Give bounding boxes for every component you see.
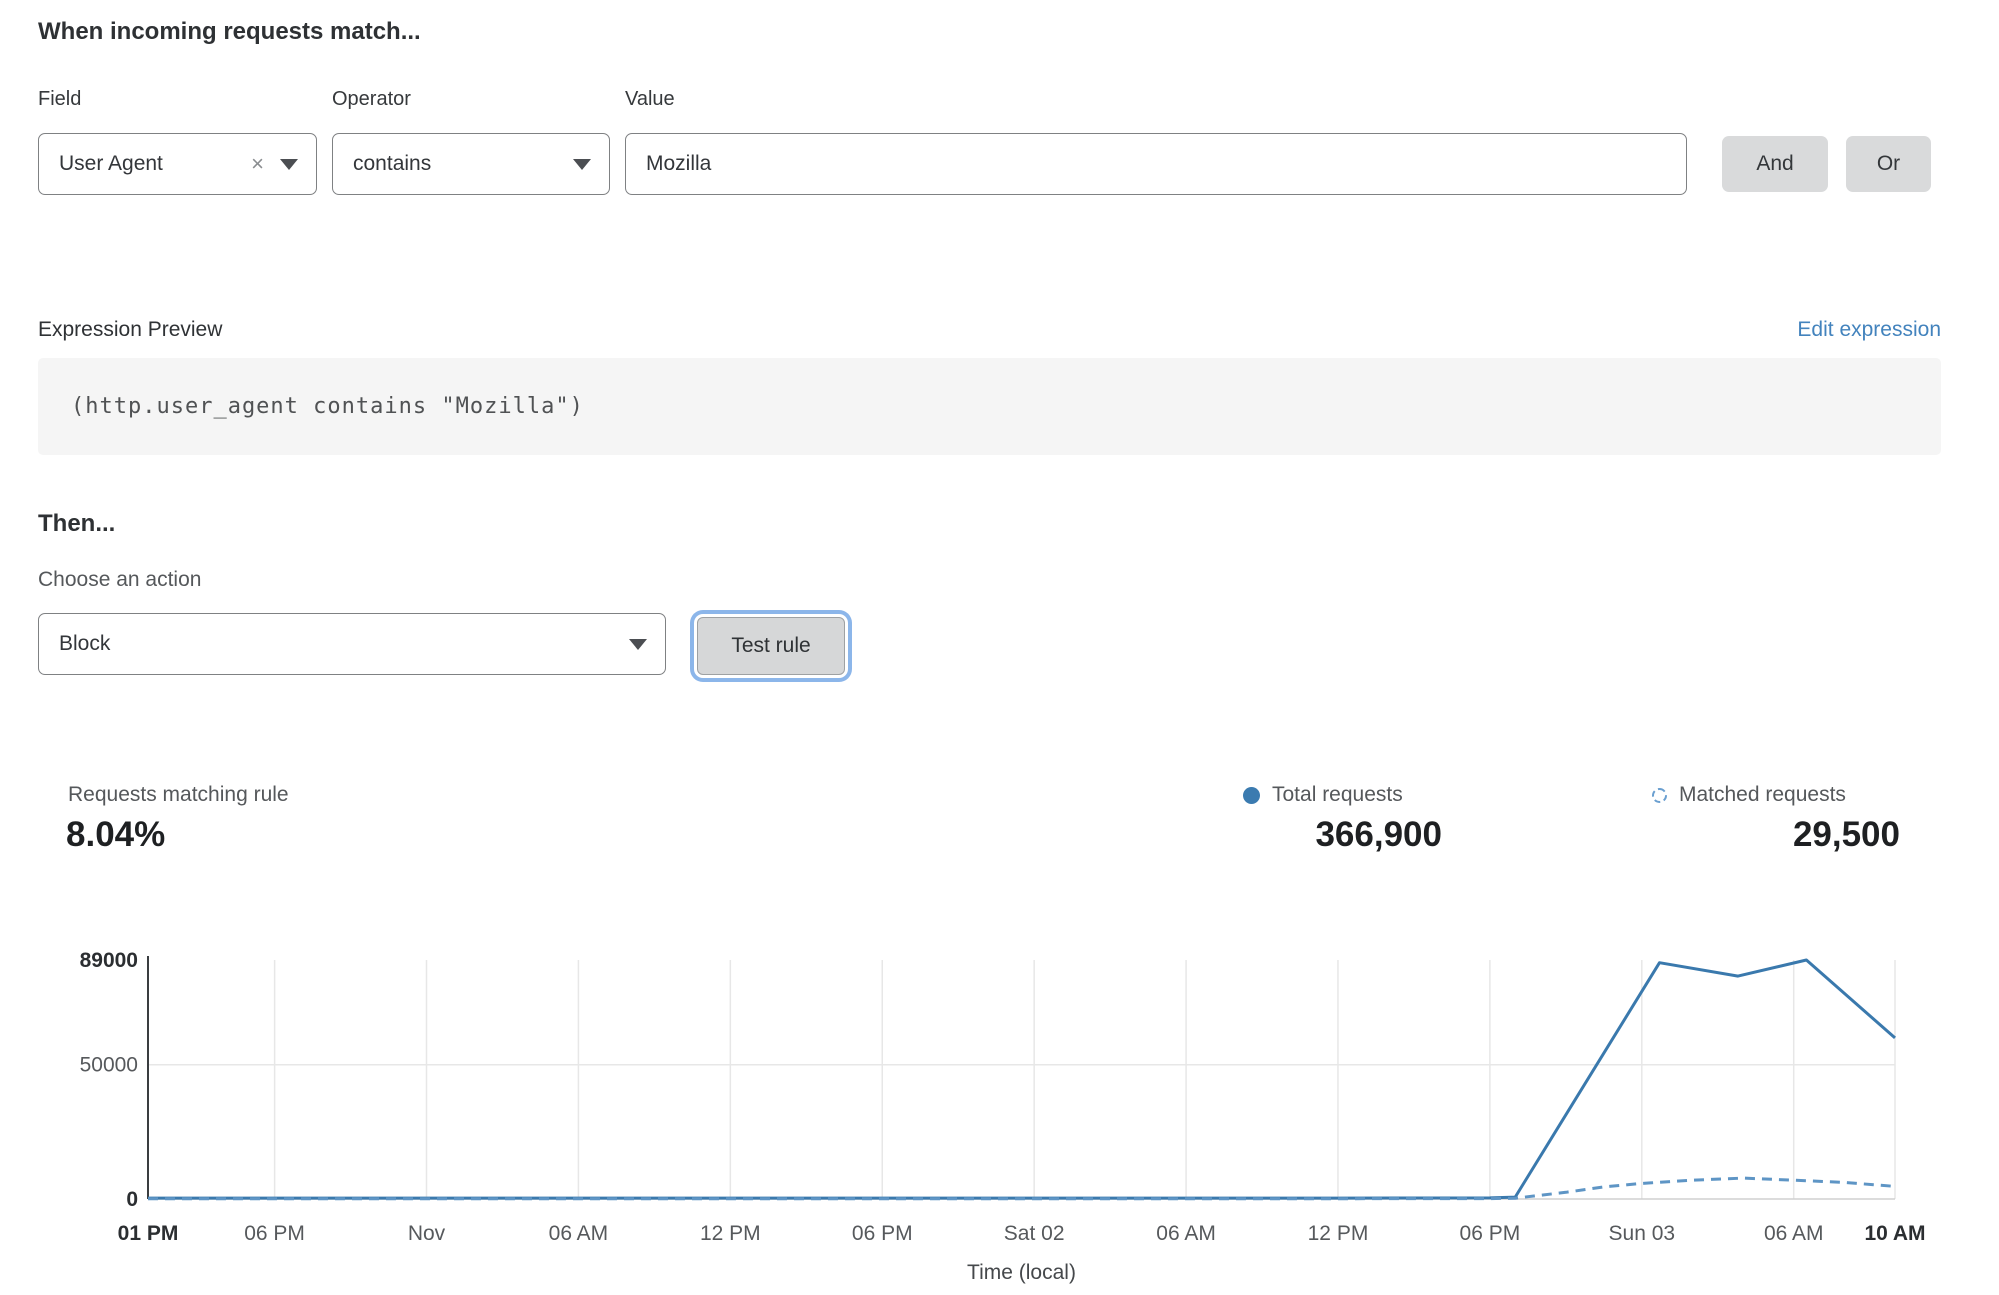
operator-label: Operator bbox=[332, 88, 411, 111]
action-select-value: Block bbox=[59, 632, 110, 656]
chevron-down-icon bbox=[280, 159, 298, 170]
total-requests-value: 366,900 bbox=[1315, 815, 1442, 855]
chevron-down-icon bbox=[629, 639, 647, 650]
matched-requests-circle-icon bbox=[1652, 788, 1667, 803]
matched-requests-legend: Matched requests bbox=[1652, 783, 1846, 807]
svg-text:12 PM: 12 PM bbox=[1308, 1222, 1369, 1245]
action-select[interactable]: Block bbox=[38, 613, 666, 675]
field-select-value: User Agent bbox=[59, 152, 163, 176]
svg-text:06 PM: 06 PM bbox=[852, 1222, 913, 1245]
svg-text:01 PM: 01 PM bbox=[118, 1222, 179, 1245]
svg-text:Nov: Nov bbox=[408, 1222, 446, 1245]
field-label: Field bbox=[38, 88, 81, 111]
expression-code: (http.user_agent contains "Mozilla") bbox=[71, 394, 584, 419]
page-title: When incoming requests match... bbox=[38, 18, 421, 46]
svg-text:06 PM: 06 PM bbox=[1460, 1222, 1521, 1245]
svg-text:50000: 50000 bbox=[80, 1054, 138, 1077]
svg-text:10 AM: 10 AM bbox=[1864, 1222, 1925, 1245]
and-button[interactable]: And bbox=[1722, 136, 1828, 192]
close-icon[interactable]: × bbox=[251, 153, 264, 175]
svg-text:Sat 02: Sat 02 bbox=[1004, 1222, 1065, 1245]
matched-requests-value: 29,500 bbox=[1793, 815, 1900, 855]
svg-text:12 PM: 12 PM bbox=[700, 1222, 761, 1245]
edit-expression-link[interactable]: Edit expression bbox=[1797, 318, 1941, 342]
value-label: Value bbox=[625, 88, 675, 111]
matching-rule-label: Requests matching rule bbox=[68, 783, 289, 807]
value-input[interactable] bbox=[625, 133, 1687, 195]
svg-text:06 AM: 06 AM bbox=[549, 1222, 609, 1245]
svg-text:Sun 03: Sun 03 bbox=[1609, 1222, 1676, 1245]
chevron-down-icon bbox=[573, 159, 591, 170]
total-requests-label: Total requests bbox=[1272, 783, 1403, 807]
requests-time-series-chart: 0 50000 89000 01 PM 06 PM Nov 06 AM 12 PM 06 PM S… bbox=[0, 928, 1999, 1288]
expression-code-box: (http.user_agent contains "Mozilla") bbox=[38, 358, 1941, 455]
total-requests-legend: Total requests bbox=[1243, 783, 1403, 807]
matched-requests-label: Matched requests bbox=[1679, 783, 1846, 807]
svg-text:06 PM: 06 PM bbox=[244, 1222, 305, 1245]
choose-action-label: Choose an action bbox=[38, 568, 201, 592]
or-button[interactable]: Or bbox=[1846, 136, 1931, 192]
field-select[interactable]: User Agent × bbox=[38, 133, 317, 195]
total-requests-dot-icon bbox=[1243, 787, 1260, 804]
matching-rule-value: 8.04% bbox=[66, 815, 165, 855]
test-rule-button[interactable]: Test rule bbox=[697, 617, 845, 675]
svg-text:06 AM: 06 AM bbox=[1156, 1222, 1216, 1245]
operator-select-value: contains bbox=[353, 152, 431, 176]
svg-text:06 AM: 06 AM bbox=[1764, 1222, 1824, 1245]
operator-select[interactable]: contains bbox=[332, 133, 610, 195]
svg-text:89000: 89000 bbox=[80, 949, 138, 972]
then-heading: Then... bbox=[38, 510, 115, 538]
svg-text:0: 0 bbox=[126, 1188, 138, 1211]
svg-text:Time (local): Time (local) bbox=[967, 1261, 1076, 1284]
expression-preview-label: Expression Preview bbox=[38, 318, 222, 342]
